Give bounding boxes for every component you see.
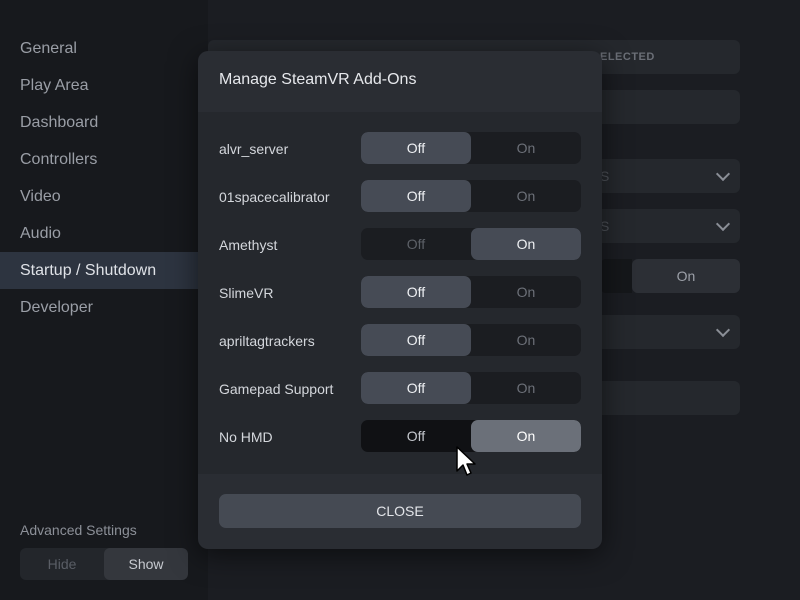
- addon-toggle: Off On: [361, 324, 581, 356]
- bg-toggle: On: [600, 259, 740, 293]
- advanced-settings-label: Advanced Settings: [20, 522, 137, 538]
- addon-row-amethyst: Amethyst Off On: [198, 228, 602, 262]
- nav-item-startup-shutdown[interactable]: Startup / Shutdown: [0, 252, 208, 289]
- nav-item-play-area[interactable]: Play Area: [0, 67, 208, 104]
- addon-row-apriltagtrackers: apriltagtrackers Off On: [198, 324, 602, 358]
- toggle-on-option[interactable]: On: [471, 180, 581, 212]
- manage-addons-dialog: Manage SteamVR Add-Ons alvr_server Off O…: [198, 51, 602, 549]
- addons-list: alvr_server Off On 01spacecalibrator Off…: [198, 112, 602, 474]
- toggle-on-option[interactable]: On: [471, 132, 581, 164]
- addon-name: Amethyst: [219, 237, 278, 253]
- toggle-off-option[interactable]: Off: [361, 276, 471, 308]
- addon-toggle: Off On: [361, 372, 581, 404]
- advanced-settings-toggle: Hide Show: [20, 548, 188, 580]
- toggle-on-option[interactable]: On: [471, 276, 581, 308]
- addon-row-01spacecalibrator: 01spacecalibrator Off On: [198, 180, 602, 214]
- addon-toggle: Off On: [361, 132, 581, 164]
- toggle-off-option[interactable]: Off: [361, 420, 471, 452]
- addon-name: No HMD: [219, 429, 273, 445]
- toggle-off-option[interactable]: Off: [361, 324, 471, 356]
- nav-item-video[interactable]: Video: [0, 178, 208, 215]
- advanced-show-option[interactable]: Show: [104, 548, 188, 580]
- bg-toggle-on[interactable]: On: [632, 259, 740, 293]
- toggle-on-option[interactable]: On: [471, 228, 581, 260]
- mouse-pointer-icon: [456, 446, 476, 476]
- chevron-down-icon: [715, 166, 731, 182]
- addon-name: apriltagtrackers: [219, 333, 315, 349]
- settings-nav: General Play Area Dashboard Controllers …: [0, 30, 208, 326]
- addon-name: Gamepad Support: [219, 381, 334, 397]
- toggle-off-option[interactable]: Off: [361, 132, 471, 164]
- nav-item-general[interactable]: General: [0, 30, 208, 67]
- settings-sidebar: General Play Area Dashboard Controllers …: [0, 0, 208, 600]
- close-button[interactable]: CLOSE: [219, 494, 581, 528]
- addon-name: 01spacecalibrator: [219, 189, 330, 205]
- addon-row-no-hmd: No HMD Off On: [198, 420, 602, 454]
- bg-toggle-off[interactable]: [600, 259, 632, 293]
- toggle-on-option[interactable]: On: [471, 420, 581, 452]
- chevron-down-icon: [715, 322, 731, 338]
- toggle-off-option[interactable]: Off: [361, 180, 471, 212]
- addon-toggle: Off On: [361, 276, 581, 308]
- toggle-on-option[interactable]: On: [471, 372, 581, 404]
- addon-name: SlimeVR: [219, 285, 274, 301]
- chevron-down-icon: [715, 216, 731, 232]
- nav-item-dashboard[interactable]: Dashboard: [0, 104, 208, 141]
- toggle-on-option[interactable]: On: [471, 324, 581, 356]
- nav-item-audio[interactable]: Audio: [0, 215, 208, 252]
- nav-item-developer[interactable]: Developer: [0, 289, 208, 326]
- toggle-off-option[interactable]: Off: [361, 372, 471, 404]
- addon-row-gamepad-support: Gamepad Support Off On: [198, 372, 602, 406]
- addon-toggle: Off On: [361, 228, 581, 260]
- nav-item-controllers[interactable]: Controllers: [0, 141, 208, 178]
- addon-name: alvr_server: [219, 141, 289, 157]
- addon-row-alvr-server: alvr_server Off On: [198, 132, 602, 166]
- dialog-title: Manage SteamVR Add-Ons: [219, 71, 417, 88]
- toggle-off-option[interactable]: Off: [361, 228, 471, 260]
- advanced-hide-option[interactable]: Hide: [20, 548, 104, 580]
- addon-toggle: Off On: [361, 180, 581, 212]
- addon-row-slimevr: SlimeVR Off On: [198, 276, 602, 310]
